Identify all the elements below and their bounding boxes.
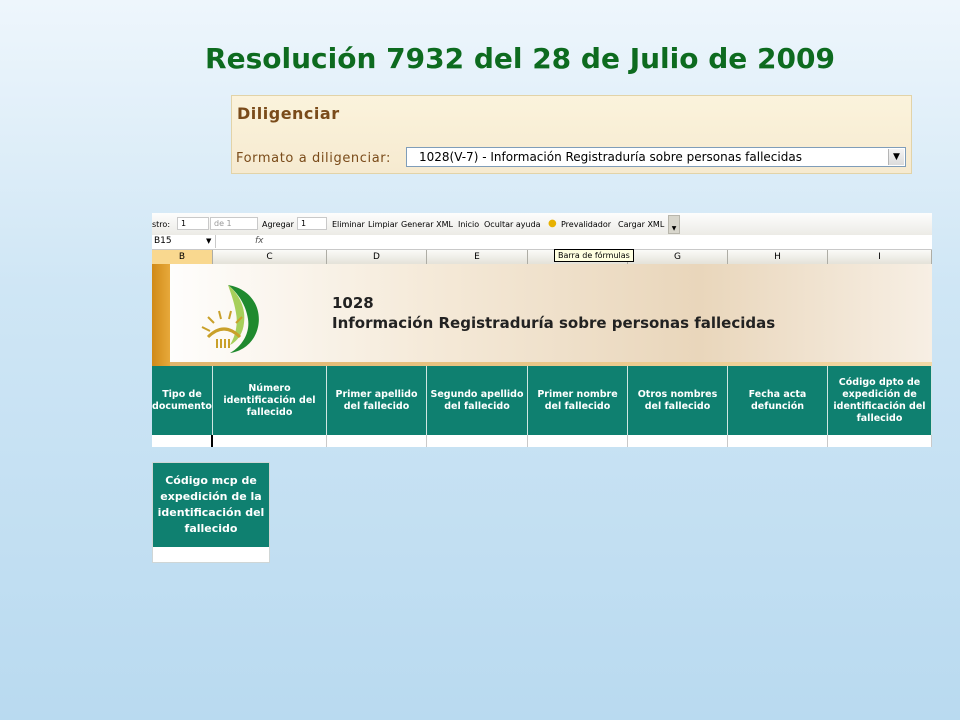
header-primer-nombre[interactable]: Primer nombre del fallecido: [528, 366, 628, 435]
cell-g15[interactable]: [628, 435, 728, 447]
diligenciar-heading: Diligenciar: [237, 104, 340, 123]
cell-d15[interactable]: [327, 435, 427, 447]
agregar-input[interactable]: 1: [297, 217, 327, 230]
formato-select[interactable]: 1028(V-7) - Información Registraduría so…: [406, 147, 906, 167]
header-codigo-dpto[interactable]: Código dpto de expedición de identificac…: [828, 366, 932, 435]
column-headers: B C D E F G H I: [152, 250, 932, 265]
cell-c15[interactable]: [213, 435, 327, 447]
name-box[interactable]: B15 ▼: [152, 235, 216, 248]
mcp-column-block: Código mcp de expedición de la identific…: [152, 462, 270, 563]
column-header-i[interactable]: I: [828, 250, 932, 264]
cell-ref: B15: [154, 236, 172, 246]
column-header-d[interactable]: D: [327, 250, 427, 264]
table-header-row: Tipo de documento Número identificación …: [152, 366, 932, 435]
fx-icon[interactable]: fx: [255, 235, 264, 248]
column-header-c[interactable]: C: [213, 250, 327, 264]
cell-e15[interactable]: [427, 435, 528, 447]
column-header-e[interactable]: E: [427, 250, 528, 264]
cell-f15[interactable]: [528, 435, 628, 447]
cell-i15[interactable]: [828, 435, 932, 447]
chevron-down-icon[interactable]: ▼: [206, 235, 211, 248]
table-row: [152, 435, 932, 447]
form-toolbar: stro: 1 de 1 Agregar 1 Eliminar Limpiar …: [152, 213, 932, 236]
eliminar-button[interactable]: Eliminar: [332, 220, 365, 229]
header-codigo-mcp[interactable]: Código mcp de expedición de la identific…: [153, 463, 269, 547]
cell-h15[interactable]: [728, 435, 828, 447]
prevalidador-button[interactable]: Prevalidador: [561, 220, 611, 229]
cargar-xml-button[interactable]: Cargar XML: [618, 220, 664, 229]
spreadsheet: stro: 1 de 1 Agregar 1 Eliminar Limpiar …: [152, 213, 932, 447]
column-header-b[interactable]: B: [152, 250, 213, 264]
agregar-label: Agregar: [262, 220, 294, 229]
diligenciar-panel: Diligenciar Formato a diligenciar: 1028(…: [231, 95, 912, 174]
chevron-down-icon[interactable]: ▼: [888, 149, 904, 165]
registro-input[interactable]: 1: [177, 217, 209, 230]
cell-b15[interactable]: [152, 435, 213, 447]
column-header-g[interactable]: G: [628, 250, 728, 264]
sun-icon: ●: [548, 218, 557, 229]
slide-title: Resolución 7932 del 28 de Julio de 2009: [205, 42, 835, 75]
generar-xml-button[interactable]: Generar XML: [401, 220, 453, 229]
dian-logo-icon: [201, 285, 259, 353]
form-code: 1028: [332, 294, 374, 312]
header-otros-nombres[interactable]: Otros nombres del fallecido: [628, 366, 728, 435]
inicio-button[interactable]: Inicio: [458, 220, 479, 229]
toolbar-options-icon[interactable]: ▼: [668, 215, 680, 234]
formula-bar-tooltip: Barra de fórmulas: [554, 249, 634, 262]
banner-stripe: [152, 264, 170, 366]
form-name: Información Registraduría sobre personas…: [332, 314, 776, 332]
formula-bar: B15 ▼ fx: [152, 235, 932, 250]
header-tipo-documento[interactable]: Tipo de documento: [152, 366, 213, 435]
formato-label: Formato a diligenciar:: [236, 151, 391, 166]
column-header-h[interactable]: H: [728, 250, 828, 264]
header-primer-apellido[interactable]: Primer apellido del fallecido: [327, 366, 427, 435]
registro-label: stro:: [152, 220, 171, 229]
header-segundo-apellido[interactable]: Segundo apellido del fallecido: [427, 366, 528, 435]
limpiar-button[interactable]: Limpiar: [368, 220, 398, 229]
ocultar-ayuda-button[interactable]: Ocultar ayuda: [484, 220, 541, 229]
form-banner: 1028 Información Registraduría sobre per…: [152, 264, 932, 366]
header-fecha-acta[interactable]: Fecha acta defunción: [728, 366, 828, 435]
header-numero-identificacion[interactable]: Número identificación del fallecido: [213, 366, 327, 435]
de-total-field: de 1: [210, 217, 258, 230]
formato-select-value: 1028(V-7) - Información Registraduría so…: [419, 150, 802, 164]
